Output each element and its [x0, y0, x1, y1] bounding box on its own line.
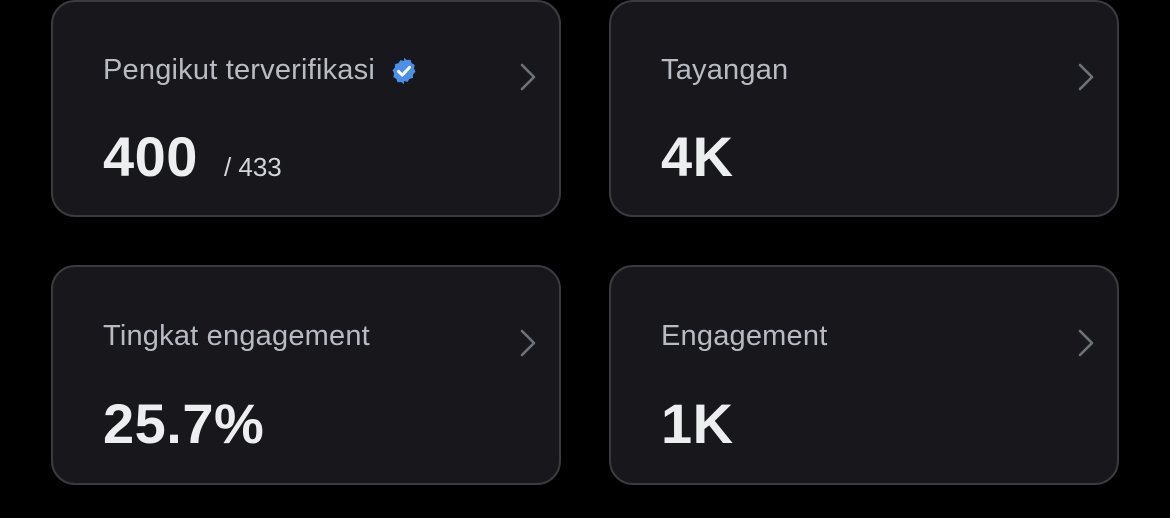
chevron-right-icon	[519, 328, 537, 358]
chevron-right-icon	[1077, 62, 1095, 92]
card-title: Pengikut terverifikasi	[103, 54, 375, 86]
value-row: 4K	[661, 124, 734, 189]
card-title-row: Tayangan	[661, 54, 788, 87]
card-title-row: Pengikut terverifikasi	[103, 54, 419, 87]
metric-card-engagement[interactable]: Engagement 1K	[609, 265, 1119, 485]
card-title: Engagement	[661, 320, 828, 352]
metric-card-verified-followers[interactable]: Pengikut terverifikasi 400 / 433	[51, 0, 561, 217]
card-title: Tingkat engagement	[103, 320, 370, 352]
value-row: 1K	[661, 391, 734, 456]
card-title: Tayangan	[661, 54, 789, 86]
chevron-right-icon	[1077, 328, 1095, 358]
metric-value: 4K	[661, 125, 734, 188]
value-row: 25.7%	[103, 391, 264, 456]
chevron-right-icon	[519, 62, 537, 92]
card-title-row: Tingkat engagement	[103, 320, 370, 353]
card-title-row: Engagement	[661, 320, 827, 353]
metric-value: 1K	[661, 392, 734, 455]
verified-badge-icon	[389, 56, 419, 86]
metric-value: 400	[103, 125, 198, 188]
metric-total: / 433	[223, 152, 282, 182]
metric-card-engagement-rate[interactable]: Tingkat engagement 25.7%	[51, 265, 561, 485]
metric-card-impressions[interactable]: Tayangan 4K	[609, 0, 1119, 217]
metric-value: 25.7%	[103, 392, 265, 455]
value-row: 400 / 433	[103, 124, 282, 189]
